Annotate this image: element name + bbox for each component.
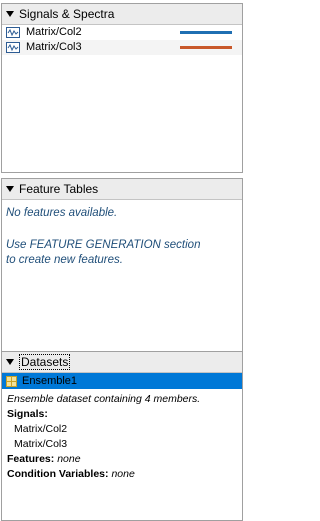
condition-variables-line: Condition Variables: none xyxy=(2,467,242,482)
signal-color-swatch xyxy=(180,31,232,34)
signals-panel-header[interactable]: Signals & Spectra xyxy=(2,4,242,25)
features-line: Features: none xyxy=(2,452,242,467)
feature-tables-header[interactable]: Feature Tables xyxy=(2,179,242,200)
signal-label: Matrix/Col3 xyxy=(26,41,82,53)
signal-row[interactable]: Matrix/Col2 xyxy=(2,25,242,40)
signal-waveform-icon xyxy=(6,42,20,53)
signal-waveform-icon xyxy=(6,27,20,38)
feature-hint-line1: Use FEATURE GENERATION section xyxy=(6,239,201,251)
no-features-message: No features available. xyxy=(6,207,118,219)
signals-panel: Signals & Spectra Matrix/Col2 Matrix/Col… xyxy=(1,3,243,173)
datasets-header[interactable]: Datasets xyxy=(2,352,242,373)
dataset-signal-item: Matrix/Col3 xyxy=(14,438,68,450)
dataset-description: Ensemble dataset containing 4 members. xyxy=(7,393,201,405)
datasets-title: Datasets xyxy=(19,354,71,370)
condition-variables-heading: Condition Variables: xyxy=(7,468,109,480)
collapse-triangle-icon[interactable] xyxy=(6,359,14,365)
signals-panel-title: Signals & Spectra xyxy=(19,6,115,21)
dataset-signal-item: Matrix/Col2 xyxy=(14,423,68,435)
table-grid-icon xyxy=(6,375,17,387)
feature-tables-panel: Feature Tables No features available. Us… xyxy=(1,178,243,373)
condition-variables-value: none xyxy=(111,468,135,480)
feature-hint-line2: to create new features. xyxy=(6,254,123,266)
signal-label: Matrix/Col2 xyxy=(26,26,82,38)
dataset-label: Ensemble1 xyxy=(22,375,78,387)
collapse-triangle-icon[interactable] xyxy=(6,11,14,17)
features-heading: Features: xyxy=(7,453,55,465)
datasets-panel: Datasets Ensemble1 Ensemble dataset cont… xyxy=(1,351,243,521)
signal-color-swatch xyxy=(180,46,232,49)
signal-row[interactable]: Matrix/Col3 xyxy=(2,40,242,55)
collapse-triangle-icon[interactable] xyxy=(6,186,14,192)
feature-tables-title: Feature Tables xyxy=(19,181,99,196)
signals-heading: Signals: xyxy=(7,408,48,420)
features-value: none xyxy=(57,453,81,465)
dataset-item-ensemble1[interactable]: Ensemble1 xyxy=(2,373,242,389)
